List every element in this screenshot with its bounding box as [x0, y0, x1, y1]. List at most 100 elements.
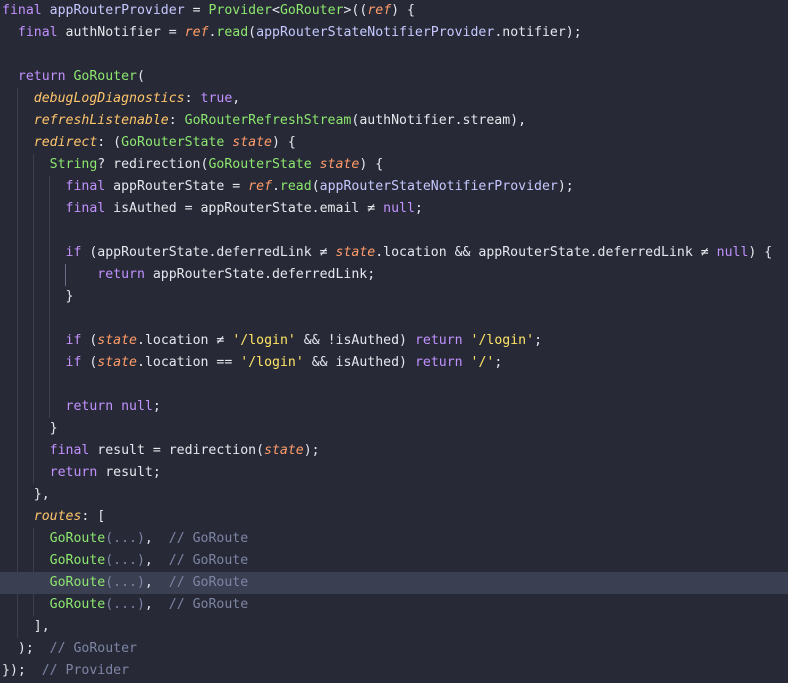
code-line[interactable]: String? redirection(GoRouterState state)… — [0, 154, 788, 176]
code-line[interactable]: final result = redirection(state); — [0, 440, 788, 462]
code-line[interactable]: if (state.location == '/login' && isAuth… — [0, 352, 788, 374]
folded-region[interactable]: (...) — [105, 575, 145, 590]
code-line[interactable]: final isAuthed = appRouterState.email ≠ … — [0, 198, 788, 220]
type-name: GoRouterState — [208, 157, 312, 172]
code-text: .location — [137, 355, 217, 370]
code-line[interactable] — [0, 44, 788, 66]
code-line[interactable]: refreshListenable: GoRouterRefreshStream… — [0, 110, 788, 132]
punctuation: >(( — [343, 3, 368, 18]
code-content: if (appRouterState.deferredLink ≠ state.… — [2, 242, 773, 264]
punctuation: ; — [494, 355, 503, 370]
punctuation: ) { — [359, 157, 384, 172]
type-name: GoRouter — [73, 69, 138, 84]
literal: true — [200, 91, 233, 106]
code-line[interactable]: GoRoute(...), // GoRoute — [0, 572, 788, 594]
code-line[interactable]: return GoRouter( — [0, 66, 788, 88]
code-line[interactable]: redirect: (GoRouterState state) { — [0, 132, 788, 154]
indent-guide — [33, 308, 34, 330]
type-name: Provider — [208, 3, 272, 18]
keyword: return — [2, 69, 66, 84]
punctuation: }, — [2, 487, 50, 502]
parameter: state — [335, 245, 376, 260]
code-text: isAuthed = appRouterState.email — [105, 201, 368, 216]
comment: // GoRoute — [168, 553, 249, 568]
code-line[interactable]: GoRoute(...), // GoRoute — [0, 528, 788, 550]
punctuation: } — [2, 421, 58, 436]
punctuation: : [ — [81, 509, 106, 524]
code-content: } — [2, 418, 58, 440]
identifier: appRouterProvider — [49, 3, 185, 18]
code-line[interactable] — [0, 374, 788, 396]
code-line[interactable]: final authNotifier = ref.read(appRouterS… — [0, 22, 788, 44]
code-content: return result; — [2, 462, 161, 484]
keyword: final — [2, 25, 58, 40]
code-text: result = redirection( — [89, 443, 265, 458]
code-line[interactable]: return appRouterState.deferredLink; — [0, 264, 788, 286]
code-line[interactable]: }); // Provider — [0, 660, 788, 682]
code-line[interactable]: final appRouterProvider = Provider<GoRou… — [0, 0, 788, 22]
code-content: }, — [2, 484, 50, 506]
code-line[interactable]: ); // GoRouter — [0, 638, 788, 660]
folded-region[interactable]: (...) — [105, 553, 145, 568]
indent-guide — [49, 220, 50, 242]
code-content: routes: [ — [2, 506, 105, 528]
indent-guide — [49, 374, 50, 396]
literal: null — [121, 399, 153, 414]
code-editor[interactable]: final appRouterProvider = Provider<GoRou… — [0, 0, 788, 683]
code-line[interactable]: }, — [0, 484, 788, 506]
code-line[interactable] — [0, 220, 788, 242]
code-line[interactable]: } — [0, 418, 788, 440]
code-text: (appRouterState.deferredLink — [81, 245, 320, 260]
folded-region[interactable]: (...) — [105, 531, 145, 546]
code-line[interactable]: GoRoute(...), // GoRoute — [0, 594, 788, 616]
code-line[interactable]: return null; — [0, 396, 788, 418]
comment: // GoRoute — [168, 575, 249, 590]
punctuation: . — [271, 179, 280, 194]
keyword: final — [2, 3, 42, 18]
code-content: GoRoute(...), // GoRoute — [2, 528, 249, 550]
indent-guide — [33, 220, 34, 242]
code-line[interactable]: routes: [ — [0, 506, 788, 528]
code-content: if (state.location == '/login' && isAuth… — [2, 352, 503, 374]
code-line[interactable]: GoRoute(...), // GoRoute — [0, 550, 788, 572]
punctuation: ; — [152, 399, 161, 414]
code-text: appRouterState = — [105, 179, 249, 194]
punctuation: } — [2, 289, 74, 304]
comment: // GoRoute — [168, 597, 249, 612]
code-content: final isAuthed = appRouterState.email ≠ … — [2, 198, 423, 220]
code-content: return null; — [2, 396, 161, 418]
code-content: final result = redirection(state); — [2, 440, 320, 462]
punctuation: }); — [2, 663, 26, 678]
punctuation: , — [144, 597, 169, 612]
code-line[interactable]: } — [0, 286, 788, 308]
code-line[interactable]: if (appRouterState.deferredLink ≠ state.… — [0, 242, 788, 264]
code-text: .notifier); — [494, 25, 582, 40]
code-line[interactable]: return result; — [0, 462, 788, 484]
code-line[interactable]: debugLogDiagnostics: true, — [0, 88, 788, 110]
code-line[interactable]: if (state.location ≠ '/login' && !isAuth… — [0, 330, 788, 352]
code-content: ); // GoRouter — [2, 638, 137, 660]
folded-region[interactable]: (...) — [105, 597, 145, 612]
punctuation: ], — [2, 619, 50, 634]
comment: // GoRoute — [168, 531, 249, 546]
literal: null — [383, 201, 415, 216]
punctuation: , — [144, 575, 169, 590]
parameter: ref — [248, 179, 272, 194]
code-content: } — [2, 286, 74, 308]
code-content: redirect: (GoRouterState state) { — [2, 132, 296, 154]
code-line[interactable]: ], — [0, 616, 788, 638]
indent-guide — [33, 374, 34, 396]
named-argument: routes — [33, 509, 82, 524]
code-line[interactable]: final appRouterState = ref.read(appRoute… — [0, 176, 788, 198]
keyword: return — [414, 333, 463, 348]
punctuation: < — [272, 3, 280, 18]
code-line[interactable] — [0, 308, 788, 330]
punctuation: ; — [414, 201, 423, 216]
punctuation: ) { — [748, 245, 773, 260]
type-name: GoRoute — [49, 597, 106, 612]
punctuation: ); — [2, 641, 34, 656]
